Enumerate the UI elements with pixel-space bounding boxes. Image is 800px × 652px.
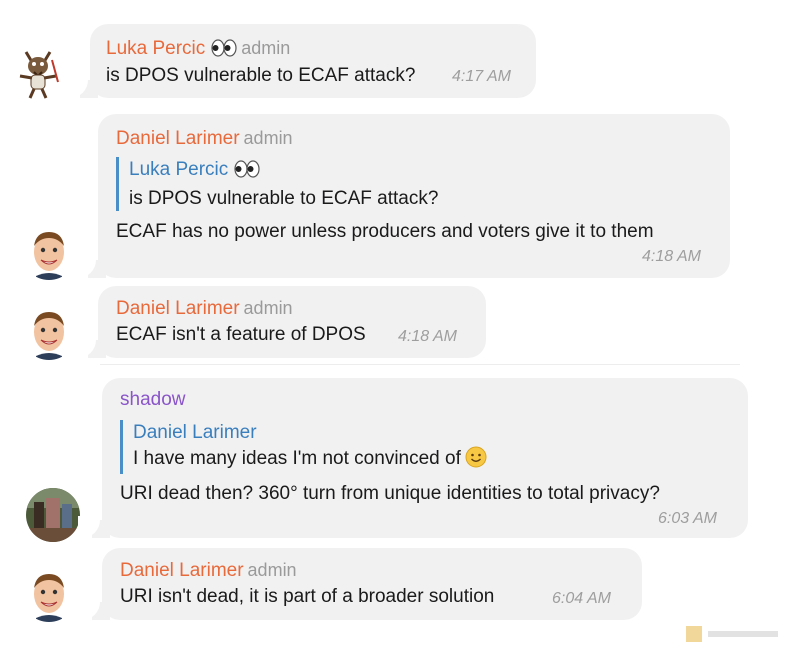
photo-avatar[interactable] — [26, 488, 80, 542]
message-text: ECAF has no power unless producers and v… — [116, 221, 654, 242]
cartoon-man-avatar-icon — [34, 574, 64, 622]
sender-name[interactable]: shadow — [120, 389, 186, 410]
divider — [100, 364, 740, 365]
sender-line: Luka Percic admin — [106, 36, 290, 64]
reply-preview[interactable]: Daniel Larimer I have many ideas I'm not… — [120, 420, 487, 474]
bubble-tail — [66, 76, 98, 98]
reply-sender-name: Luka Percic — [129, 159, 229, 180]
message-time: 6:04 AM — [552, 590, 611, 607]
reply-preview[interactable]: Luka Percic is DPOS vulnerable to ECAF a… — [116, 157, 438, 211]
sender-name[interactable]: Luka Percic — [106, 38, 205, 59]
role-badge: admin — [243, 298, 293, 318]
bubble-tail — [78, 516, 110, 538]
reply-sender-line: Luka Percic — [129, 157, 438, 186]
reply-sender-name: Daniel Larimer — [133, 422, 257, 443]
message-text: URI dead then? 360° turn from unique ide… — [120, 483, 660, 504]
chat-history: Luka Percic admin is DPOS vulnerable to … — [0, 0, 800, 652]
cartoon-man-avatar[interactable] — [22, 306, 76, 360]
sender-name[interactable]: Daniel Larimer — [120, 560, 244, 581]
message-time: 4:17 AM — [452, 68, 511, 85]
cartoon-man-avatar[interactable] — [22, 226, 76, 280]
sender-line: Daniel Larimer admin — [120, 558, 297, 583]
cartoon-man-avatar-icon — [34, 232, 64, 280]
cartoon-man-avatar[interactable] — [22, 568, 76, 622]
bubble-tail — [74, 336, 106, 358]
bubble-tail — [78, 598, 110, 620]
reply-text-line: I have many ideas I'm not convinced of — [133, 446, 487, 476]
role-badge: admin — [247, 560, 297, 580]
message-time: 6:03 AM — [658, 510, 717, 527]
goat-avatar-icon — [19, 51, 59, 99]
watermark-logo — [684, 624, 784, 644]
message-time: 4:18 AM — [642, 248, 701, 265]
smiley-emoji-icon — [465, 446, 487, 476]
message-text: ECAF isn't a feature of DPOS — [116, 324, 366, 345]
photo-avatar-icon — [26, 488, 80, 542]
sender-name[interactable]: Daniel Larimer — [116, 128, 240, 149]
message-time: 4:18 AM — [398, 328, 457, 345]
goat-avatar[interactable] — [14, 46, 62, 100]
eyes-emoji-icon — [234, 160, 260, 186]
cartoon-man-avatar-icon — [34, 312, 64, 360]
sender-line: Daniel Larimer admin — [116, 296, 293, 321]
role-badge: admin — [243, 128, 293, 148]
bubble-tail — [74, 256, 106, 278]
role-badge: admin — [241, 38, 291, 58]
sender-line: Daniel Larimer admin — [116, 126, 293, 151]
eyes-emoji-icon — [211, 39, 237, 64]
reply-text: is DPOS vulnerable to ECAF attack? — [129, 188, 439, 209]
message-text: URI isn't dead, it is part of a broader … — [120, 586, 495, 607]
reply-text: I have many ideas I'm not convinced of — [133, 448, 461, 469]
message-text: is DPOS vulnerable to ECAF attack? — [106, 65, 416, 86]
sender-name[interactable]: Daniel Larimer — [116, 298, 240, 319]
sender-line: shadow — [120, 388, 186, 412]
